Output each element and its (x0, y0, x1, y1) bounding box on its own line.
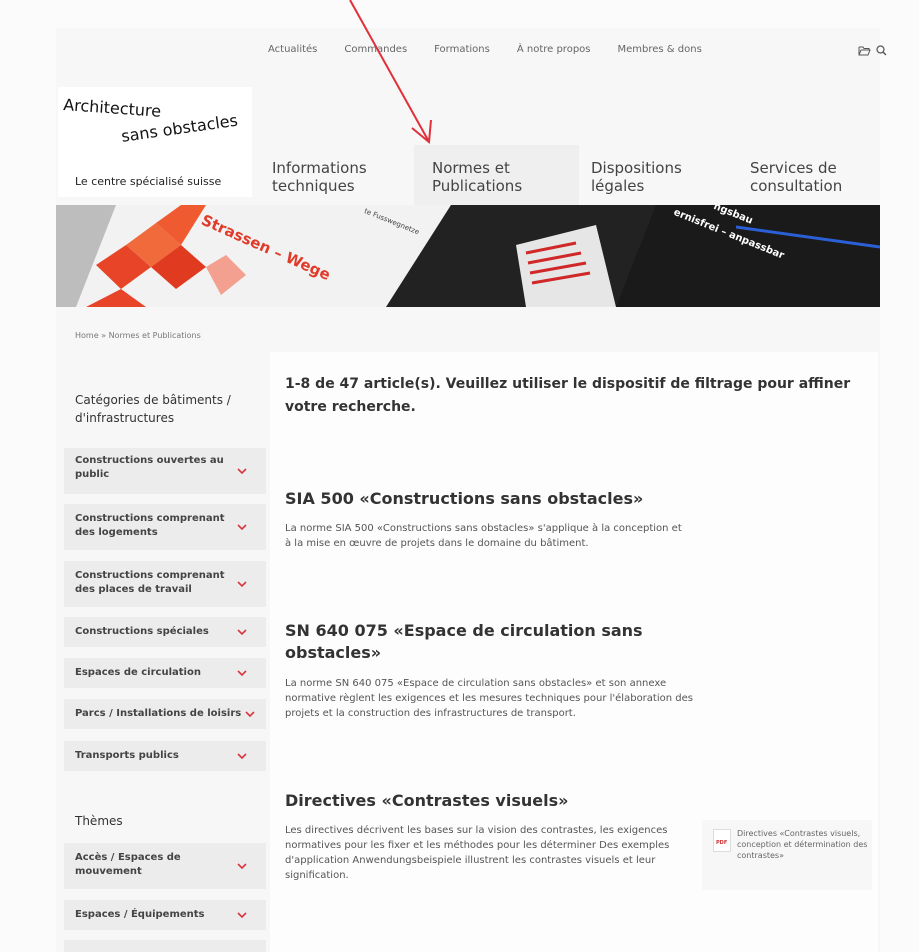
article-text-sn640075: La norme SN 640 075 «Espace de circulati… (285, 678, 693, 719)
chevron-down-icon (237, 629, 247, 636)
chevron-down-icon (237, 468, 247, 475)
sidebar-item-housing[interactable]: Constructions comprenant des logements (64, 504, 266, 550)
sidebar-item-label: Accès / Espaces de mouvement (75, 852, 181, 877)
sidebar-item-label: Espaces / Équipements (75, 909, 205, 920)
chevron-down-icon (237, 581, 247, 588)
sidebar-item-public-transport[interactable]: Transports publics (64, 741, 266, 771)
mainnav-consulting-services[interactable]: Services de consultation (750, 159, 875, 195)
pdf-file-icon: PDF (713, 829, 731, 852)
sidebar-item-label: Parcs / Installations de loisirs (75, 708, 242, 719)
pdf-download-label: Directives «Contrastes visuels, concepti… (737, 829, 868, 860)
chevron-down-icon (237, 912, 247, 919)
mainnav-norms-publications[interactable]: Normes et Publications (414, 145, 579, 205)
sidebar-item-special-buildings[interactable]: Constructions spéciales (64, 617, 266, 647)
logo-line-1: Architecture (62, 95, 162, 121)
sidebar-item-label: Constructions spéciales (75, 626, 209, 637)
sidebar-item-label: Constructions comprenant des logements (75, 513, 225, 538)
article-text-sia500: La norme SIA 500 «Constructions sans obs… (285, 523, 682, 549)
mainnav-legal-provisions[interactable]: Dispositions légales (591, 159, 711, 195)
sidebar-item-parks-leisure[interactable]: Parcs / Installations de loisirs (64, 699, 266, 729)
hero-image (56, 205, 880, 307)
pdf-tag: PDF (716, 840, 728, 846)
topnav-about[interactable]: À notre propos (517, 44, 591, 55)
search-icon[interactable] (876, 41, 887, 60)
topnav-trainings[interactable]: Formations (434, 44, 490, 55)
pdf-download[interactable]: PDF Directives «Contrastes visuels, conc… (702, 820, 872, 890)
chevron-down-icon (237, 863, 247, 870)
chevron-down-icon (245, 711, 255, 718)
top-navigation: Actualités Commandes Formations À notre … (268, 44, 729, 55)
site-logo[interactable]: Architecture sans obstacles Le centre sp… (58, 87, 252, 197)
sidebar-heading-themes: Thèmes (75, 814, 123, 828)
article-title-contrasts[interactable]: Directives «Contrastes visuels» (285, 790, 705, 812)
top-icons (858, 41, 887, 60)
sidebar-heading-categories: Catégories de bâtiments / d'infrastructu… (75, 393, 231, 425)
sidebar-item-workplaces[interactable]: Constructions comprenant des places de t… (64, 561, 266, 607)
hero-banner: Strassen – Wege te Fusswegnetze ngsbau e… (56, 205, 880, 307)
result-count: 1-8 de 47 article(s). Veuillez utiliser … (285, 376, 851, 415)
article-title-sn640075[interactable]: SN 640 075 «Espace de circulation sans o… (285, 620, 685, 664)
logo-tagline: Le centre spécialisé suisse (75, 175, 222, 188)
main-navigation: Informations techniques Normes et Public… (254, 145, 880, 205)
sidebar-item-public-buildings[interactable]: Constructions ouvertes au public (64, 448, 266, 494)
sidebar-item-label: Espaces de circulation (75, 667, 201, 678)
sidebar-item-label: Constructions comprenant des places de t… (75, 570, 225, 595)
sidebar-item-spaces-equipment[interactable]: Espaces / Équipements (64, 900, 266, 930)
sidebar-item-partial[interactable] (64, 940, 266, 952)
chevron-down-icon (237, 753, 247, 760)
chevron-down-icon (237, 670, 247, 677)
sidebar-item-access-movement[interactable]: Accès / Espaces de mouvement (64, 843, 266, 889)
topnav-members[interactable]: Membres & dons (618, 44, 702, 55)
topnav-orders[interactable]: Commandes (344, 44, 407, 55)
sidebar-item-label: Constructions ouvertes au public (75, 455, 224, 480)
topnav-news[interactable]: Actualités (268, 44, 317, 55)
sidebar-item-circulation[interactable]: Espaces de circulation (64, 658, 266, 688)
folder-icon[interactable] (858, 41, 871, 60)
sidebar-item-label: Transports publics (75, 750, 179, 761)
mainnav-technical-info[interactable]: Informations techniques (272, 159, 392, 195)
breadcrumb[interactable]: Home » Normes et Publications (75, 331, 201, 340)
chevron-down-icon (237, 524, 247, 531)
article-title-sia500[interactable]: SIA 500 «Constructions sans obstacles» (285, 488, 705, 510)
article-text-contrasts: Les directives décrivent les bases sur l… (285, 825, 670, 881)
